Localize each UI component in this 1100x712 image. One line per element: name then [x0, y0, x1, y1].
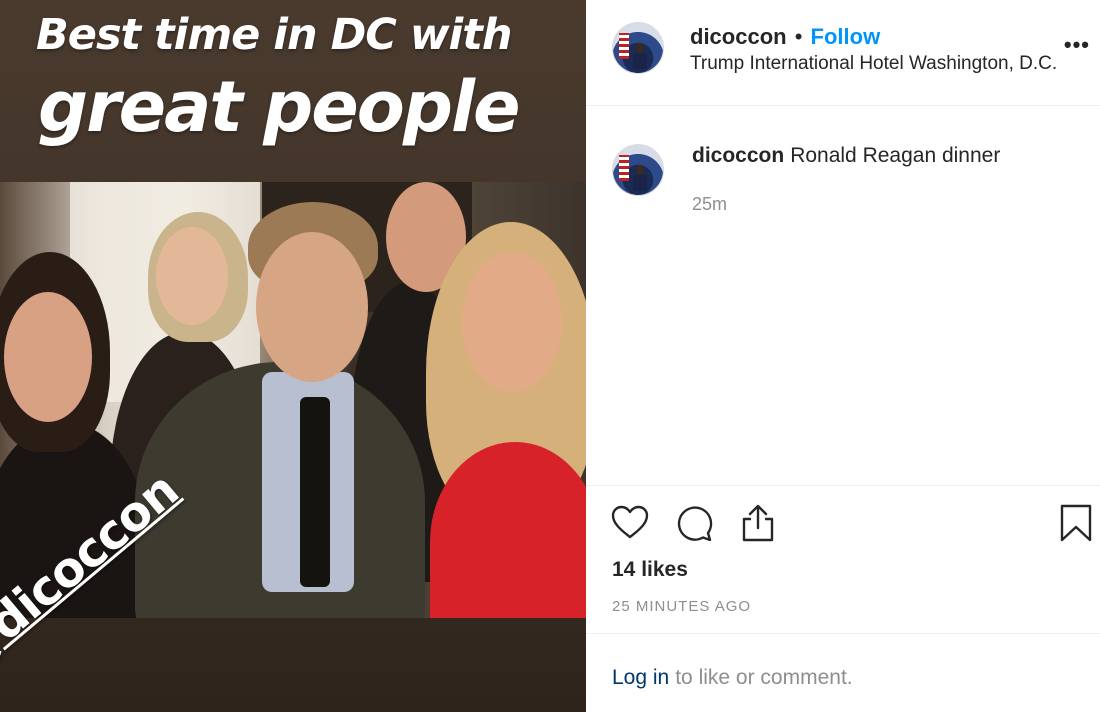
person-face	[156, 227, 228, 325]
comment-text-row: dicoccon Ronald Reagan dinner	[692, 144, 1000, 168]
more-options-icon[interactable]: •••	[1064, 32, 1090, 58]
location-link[interactable]: Trump International Hotel Washington, D.…	[690, 53, 1057, 75]
podium-graphic	[633, 175, 647, 191]
username-link[interactable]: dicoccon	[690, 24, 787, 49]
image-caption-line2: great people	[38, 66, 520, 148]
separator-dot: •	[794, 24, 803, 49]
flag-graphic	[619, 155, 629, 181]
comment-timestamp[interactable]: 25m	[692, 194, 727, 215]
image-caption-line1: Best time in DC with	[36, 10, 512, 60]
post-image: Best time in DC with great people @dicoc…	[0, 0, 586, 712]
person-face	[256, 232, 368, 382]
comment-bubble-icon[interactable]	[674, 503, 714, 543]
podium-graphic	[633, 53, 647, 69]
post-timestamp: 25 MINUTES AGO	[612, 598, 752, 615]
figure-graphic	[636, 43, 644, 53]
action-bar: 14 likes 25 MINUTES AGO	[586, 485, 1100, 633]
share-icon[interactable]	[738, 503, 778, 543]
avatar[interactable]	[612, 144, 664, 196]
heart-icon[interactable]	[610, 503, 650, 543]
comment-body: Ronald Reagan dinner	[790, 144, 1001, 167]
likes-count[interactable]: 14 likes	[612, 558, 688, 582]
person-tie	[300, 397, 330, 587]
login-row: Log in to like or comment.	[612, 666, 853, 690]
login-link[interactable]: Log in	[612, 666, 669, 689]
login-prompt: Log in to like or comment.	[586, 633, 1100, 712]
flag-graphic	[619, 33, 629, 59]
username-row: dicoccon • Follow	[690, 24, 880, 50]
follow-button[interactable]: Follow	[811, 24, 881, 49]
person-face	[4, 292, 92, 422]
figure-graphic	[636, 165, 644, 175]
avatar[interactable]	[612, 22, 664, 74]
comment-username[interactable]: dicoccon	[692, 144, 784, 167]
login-prompt-text: to like or comment.	[675, 666, 853, 689]
post-sidebar: dicoccon • Follow Trump International Ho…	[586, 0, 1100, 712]
person-face	[462, 252, 562, 392]
post-header: dicoccon • Follow Trump International Ho…	[586, 0, 1100, 106]
bookmark-icon[interactable]	[1056, 503, 1096, 543]
